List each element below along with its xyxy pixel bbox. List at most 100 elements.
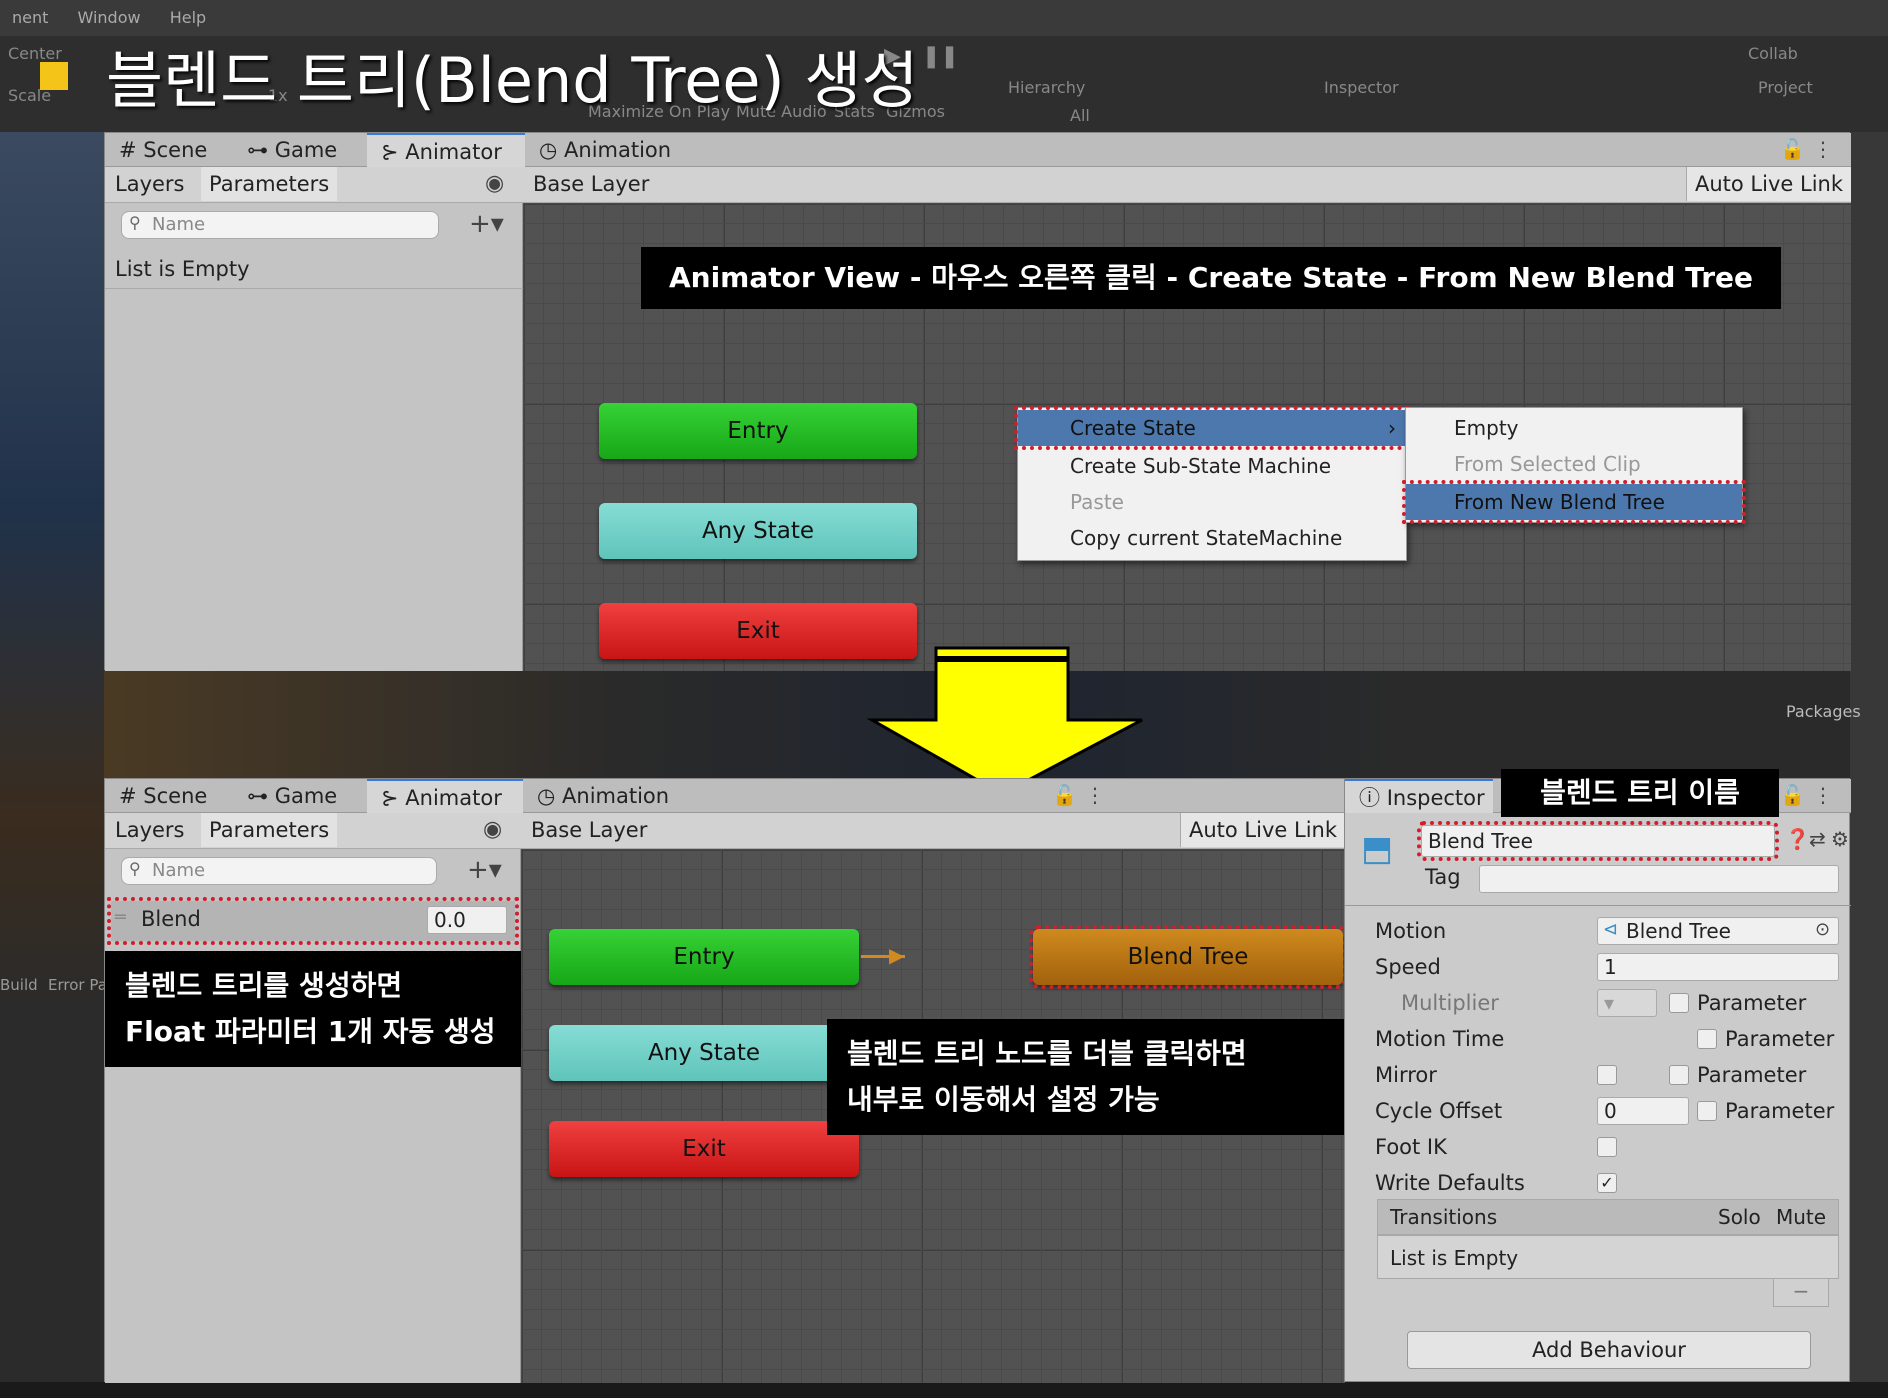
cycle-offset-parameter-checkbox[interactable] [1697, 1101, 1717, 1121]
parameter-value-field[interactable]: 0.0 [427, 906, 507, 934]
title-bullet [40, 62, 68, 90]
foot-ik-checkbox[interactable] [1597, 1137, 1617, 1157]
menu-create-sub-state-machine[interactable]: Create Sub-State Machine [1018, 448, 1406, 484]
project-tab[interactable]: Project [1758, 78, 1813, 97]
gamepad-icon: ⊶ [247, 138, 268, 162]
more-options-icon[interactable]: ⋮ [1085, 783, 1105, 807]
tab-game[interactable]: ⊶ Game [233, 779, 367, 813]
parameter-search-input[interactable]: Name [121, 857, 437, 885]
tab-animator[interactable]: ⊱ Animator [367, 779, 523, 813]
menu-copy-state-machine[interactable]: Copy current StateMachine [1018, 520, 1406, 556]
state-name-field[interactable]: Blend Tree [1417, 821, 1779, 861]
auto-live-link-button[interactable]: Auto Live Link [1686, 167, 1851, 201]
eye-icon[interactable]: ◉ [483, 817, 502, 842]
submenu-from-new-blend-tree[interactable]: From New Blend Tree [1402, 480, 1746, 524]
multiplier-label: Multiplier [1401, 991, 1499, 1015]
hierarchy-search[interactable]: All [1070, 106, 1090, 125]
tab-animator-label: Animator [405, 140, 502, 164]
multiplier-dropdown[interactable]: ▾ [1597, 989, 1657, 1017]
info-icon: ⓘ [1359, 786, 1380, 810]
more-options-icon[interactable]: ⋮ [1813, 137, 1833, 161]
parameters-tab[interactable]: Parameters [201, 813, 338, 847]
tab-game-label: Game [274, 784, 338, 808]
blend-tree-icon: ⊲ [1603, 919, 1619, 940]
blend-parameter-row[interactable]: ═ Blend 0.0 [107, 897, 519, 945]
mirror-parameter-checkbox[interactable] [1669, 1065, 1689, 1085]
gear-icon[interactable]: ⚙ [1831, 827, 1849, 851]
animator-icon: ⊱ [381, 786, 399, 810]
breadcrumb-base-layer[interactable]: Base Layer [523, 813, 667, 847]
motion-field[interactable]: Blend Tree [1597, 917, 1839, 945]
transitions-list: List is Empty [1377, 1235, 1839, 1279]
taskbar [0, 1382, 1888, 1398]
add-behaviour-button[interactable]: Add Behaviour [1407, 1331, 1811, 1369]
top-animator-graph[interactable]: Animator View - 마우스 오른쪽 클릭 - Create Stat… [523, 203, 1851, 671]
help-icon[interactable]: ❓ [1785, 827, 1810, 851]
parameters-tab[interactable]: Parameters [201, 167, 338, 201]
remove-transition-button[interactable]: − [1773, 1279, 1829, 1307]
top-caption: Animator View - 마우스 오른쪽 클릭 - Create Stat… [641, 247, 1781, 309]
tab-animator[interactable]: ⊱ Animator [367, 133, 525, 167]
top-animator-panel: # Scene ⊶ Game ⊱ Animator ◷ Animation 🔓 … [104, 132, 1851, 671]
bottom-breadcrumb-bar: Base Layer Auto Live Link [521, 813, 1345, 849]
layers-tab[interactable]: Layers [107, 813, 193, 847]
speed-label: Speed [1375, 955, 1441, 979]
tab-animation[interactable]: ◷ Animation [525, 133, 725, 167]
project-panel-background [1850, 132, 1888, 1382]
tab-game[interactable]: ⊶ Game [233, 133, 367, 167]
tab-inspector[interactable]: ⓘ Inspector [1345, 779, 1493, 813]
hierarchy-tab[interactable]: Hierarchy [1008, 78, 1085, 97]
pivot-center-button[interactable]: Center [8, 44, 62, 63]
multiplier-parameter-checkbox[interactable] [1669, 993, 1689, 1013]
pause-icon[interactable]: ❚❚ [922, 44, 959, 69]
auto-live-link-button[interactable]: Auto Live Link [1180, 813, 1345, 847]
parameter-search-input[interactable]: Name [121, 211, 439, 239]
breadcrumb-base-layer[interactable]: Base Layer [525, 167, 669, 201]
motion-time-parameter-checkbox[interactable] [1697, 1029, 1717, 1049]
cycle-offset-field[interactable]: 0 [1597, 1097, 1689, 1125]
submenu-empty[interactable]: Empty [1406, 410, 1742, 446]
collab-button[interactable]: Collab [1748, 44, 1798, 63]
object-picker-icon[interactable]: ⊙ [1815, 919, 1830, 940]
center-caption: 블렌드 트리 노드를 더블 클릭하면 내부로 이동해서 설정 가능 [827, 1019, 1345, 1135]
tag-field[interactable] [1479, 865, 1839, 893]
submenu-from-selected-clip[interactable]: From Selected Clip [1406, 446, 1742, 482]
add-parameter-icon[interactable]: +▾ [469, 209, 504, 239]
menu-create-state[interactable]: Create State › [1014, 406, 1410, 450]
menu-item-component[interactable]: nent [0, 0, 60, 35]
mirror-label: Mirror [1375, 1063, 1437, 1087]
drag-handle-icon[interactable]: ═ [115, 907, 126, 928]
blend-tree-node[interactable]: Blend Tree [1029, 925, 1347, 989]
tab-scene[interactable]: # Scene [105, 133, 233, 167]
motion-label: Motion [1375, 919, 1447, 943]
tab-animation[interactable]: ◷ Animation [523, 779, 723, 813]
top-layers-bar: Layers Parameters ◉ [105, 167, 523, 203]
parameter-name: Blend [141, 907, 201, 931]
layers-tab[interactable]: Layers [107, 167, 193, 201]
motion-time-label: Motion Time [1375, 1027, 1505, 1051]
eye-icon[interactable]: ◉ [485, 171, 504, 196]
mute-label: Mute [1776, 1205, 1827, 1229]
add-parameter-icon[interactable]: +▾ [467, 855, 502, 885]
entry-node[interactable]: Entry [599, 403, 917, 459]
mirror-checkbox[interactable] [1597, 1065, 1617, 1085]
exit-node[interactable]: Exit [549, 1121, 859, 1177]
menu-paste[interactable]: Paste [1018, 484, 1406, 520]
bottom-animator-graph[interactable]: Entry ▶ Blend Tree Any State Exit 블렌드 트리… [521, 849, 1347, 1383]
inspector-tab-background[interactable]: Inspector [1324, 78, 1399, 97]
packages-folder[interactable]: Packages [1786, 702, 1861, 721]
lock-icon[interactable]: 🔓 [1780, 783, 1805, 807]
lock-icon[interactable]: 🔓 [1780, 137, 1805, 161]
speed-field[interactable]: 1 [1597, 953, 1839, 981]
gamepad-icon: ⊶ [247, 784, 268, 808]
more-options-icon[interactable]: ⋮ [1813, 783, 1833, 807]
cycle-offset-label: Cycle Offset [1375, 1099, 1503, 1123]
any-state-node[interactable]: Any State [549, 1025, 859, 1081]
preset-icon[interactable]: ⇄ [1809, 827, 1826, 851]
entry-node[interactable]: Entry [549, 929, 859, 985]
write-defaults-checkbox[interactable]: ✓ [1597, 1173, 1617, 1193]
lock-icon[interactable]: 🔓 [1052, 783, 1077, 807]
tab-scene[interactable]: # Scene [105, 779, 233, 813]
any-state-node[interactable]: Any State [599, 503, 917, 559]
clock-icon: ◷ [539, 138, 558, 162]
